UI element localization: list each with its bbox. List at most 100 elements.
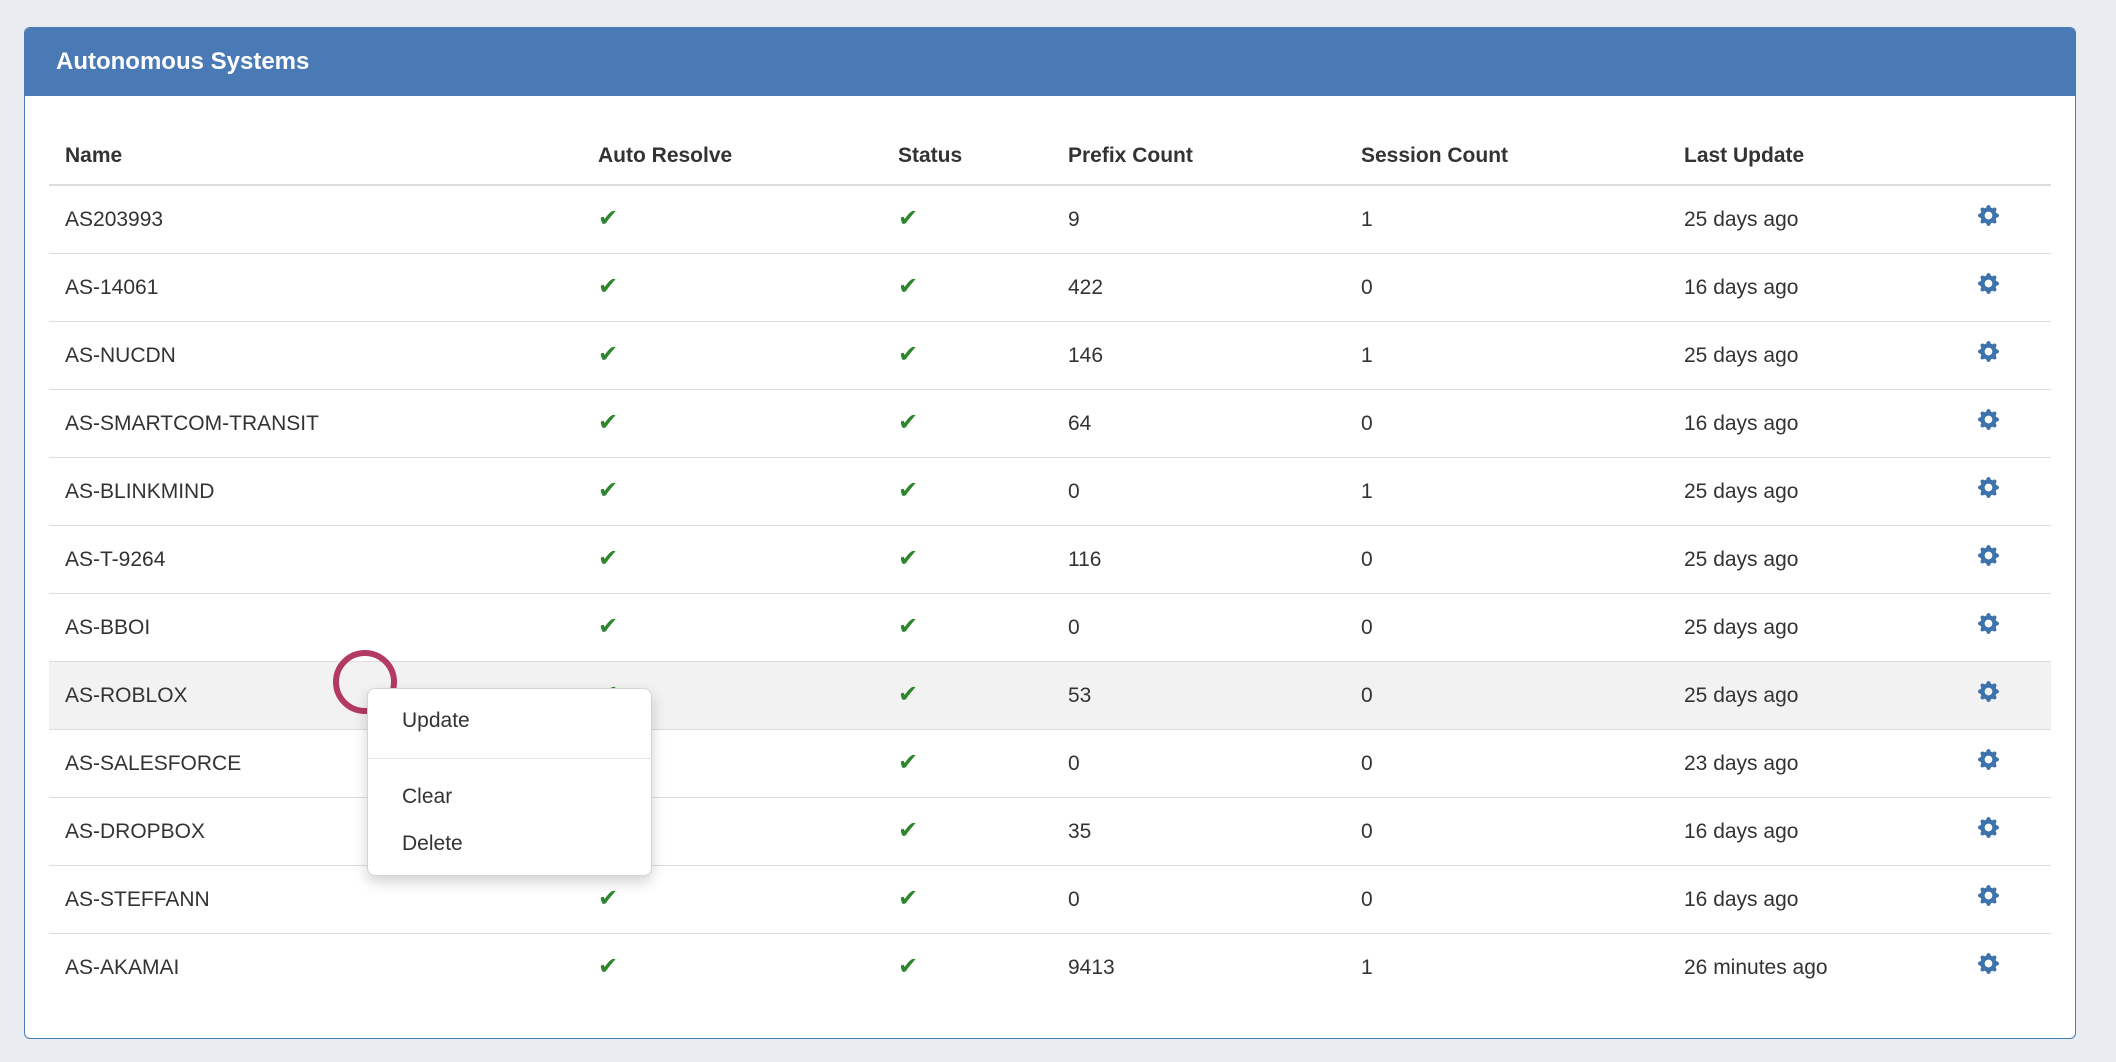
row-actions-cell bbox=[1925, 458, 2051, 526]
context-menu: Update ClearDelete bbox=[367, 688, 652, 876]
last-update-cell: 16 days ago bbox=[1668, 866, 1925, 934]
row-actions-gear-button[interactable] bbox=[1978, 477, 1999, 498]
gear-icon bbox=[1978, 477, 1999, 498]
as-name-cell: AS-14061 bbox=[49, 254, 582, 322]
row-actions-gear-button[interactable] bbox=[1978, 885, 1999, 906]
prefix-count-cell: 9 bbox=[1052, 185, 1345, 254]
auto-resolve-cell: ✔ bbox=[582, 254, 882, 322]
check-icon: ✔ bbox=[898, 409, 918, 436]
row-actions-cell bbox=[1925, 934, 2051, 1002]
auto-resolve-cell: ✔ bbox=[582, 185, 882, 254]
gear-icon bbox=[1978, 681, 1999, 702]
row-actions-cell bbox=[1925, 390, 2051, 458]
check-icon: ✔ bbox=[598, 953, 618, 980]
status-cell: ✔ bbox=[882, 526, 1052, 594]
gear-icon bbox=[1978, 205, 1999, 226]
session-count-cell: 1 bbox=[1345, 458, 1668, 526]
last-update-cell: 23 days ago bbox=[1668, 730, 1925, 798]
status-cell: ✔ bbox=[882, 662, 1052, 730]
check-icon: ✔ bbox=[898, 341, 918, 368]
context-menu-divider bbox=[368, 758, 651, 759]
session-count-cell: 1 bbox=[1345, 322, 1668, 390]
check-icon: ✔ bbox=[598, 613, 618, 640]
status-cell: ✔ bbox=[882, 185, 1052, 254]
check-icon: ✔ bbox=[598, 885, 618, 912]
column-header-auto-resolve: Auto Resolve bbox=[582, 120, 882, 185]
row-actions-cell bbox=[1925, 866, 2051, 934]
session-count-cell: 0 bbox=[1345, 594, 1668, 662]
table-row-as-bboi[interactable]: AS-BBOI✔✔0025 days ago bbox=[49, 594, 2051, 662]
session-count-cell: 0 bbox=[1345, 866, 1668, 934]
row-actions-gear-button[interactable] bbox=[1978, 341, 1999, 362]
context-menu-item-clear[interactable]: Clear bbox=[368, 773, 651, 820]
auto-resolve-cell: ✔ bbox=[582, 322, 882, 390]
auto-resolve-cell: ✔ bbox=[582, 594, 882, 662]
row-actions-gear-button[interactable] bbox=[1978, 749, 1999, 770]
check-icon: ✔ bbox=[898, 749, 918, 776]
table-row-as-14061[interactable]: AS-14061✔✔422016 days ago bbox=[49, 254, 2051, 322]
check-icon: ✔ bbox=[898, 477, 918, 504]
row-actions-gear-button[interactable] bbox=[1978, 545, 1999, 566]
row-actions-gear-button[interactable] bbox=[1978, 409, 1999, 430]
row-actions-cell bbox=[1925, 322, 2051, 390]
gear-icon bbox=[1978, 545, 1999, 566]
last-update-cell: 25 days ago bbox=[1668, 526, 1925, 594]
row-actions-cell bbox=[1925, 254, 2051, 322]
autonomous-systems-table: NameAuto ResolveStatusPrefix CountSessio… bbox=[49, 120, 2051, 1001]
table-row-as-roblox[interactable]: AS-ROBLOX✔✔53025 days ago bbox=[49, 662, 2051, 730]
prefix-count-cell: 0 bbox=[1052, 458, 1345, 526]
context-menu-item-delete[interactable]: Delete bbox=[368, 820, 651, 867]
column-header-prefix-count: Prefix Count bbox=[1052, 120, 1345, 185]
gear-icon bbox=[1978, 341, 1999, 362]
row-actions-gear-button[interactable] bbox=[1978, 953, 1999, 974]
as-name-cell: AS203993 bbox=[49, 185, 582, 254]
last-update-cell: 25 days ago bbox=[1668, 594, 1925, 662]
row-actions-gear-button[interactable] bbox=[1978, 613, 1999, 634]
table-header-row: NameAuto ResolveStatusPrefix CountSessio… bbox=[49, 120, 2051, 185]
check-icon: ✔ bbox=[598, 273, 618, 300]
table-row-as-salesforce[interactable]: AS-SALESFORCE✔✔0023 days ago bbox=[49, 730, 2051, 798]
last-update-cell: 16 days ago bbox=[1668, 798, 1925, 866]
table-row-as-t-9264[interactable]: AS-T-9264✔✔116025 days ago bbox=[49, 526, 2051, 594]
row-actions-cell bbox=[1925, 594, 2051, 662]
check-icon: ✔ bbox=[898, 681, 918, 708]
row-actions-gear-button[interactable] bbox=[1978, 273, 1999, 294]
table-row-as-smartcom-transit[interactable]: AS-SMARTCOM-TRANSIT✔✔64016 days ago bbox=[49, 390, 2051, 458]
table-row-as-steffann[interactable]: AS-STEFFANN✔✔0016 days ago bbox=[49, 866, 2051, 934]
auto-resolve-cell: ✔ bbox=[582, 526, 882, 594]
status-cell: ✔ bbox=[882, 934, 1052, 1002]
prefix-count-cell: 422 bbox=[1052, 254, 1345, 322]
row-actions-cell bbox=[1925, 185, 2051, 254]
table-row-as-dropbox[interactable]: AS-DROPBOX✔✔35016 days ago bbox=[49, 798, 2051, 866]
last-update-cell: 16 days ago bbox=[1668, 390, 1925, 458]
gear-icon bbox=[1978, 613, 1999, 634]
status-cell: ✔ bbox=[882, 254, 1052, 322]
prefix-count-cell: 0 bbox=[1052, 594, 1345, 662]
check-icon: ✔ bbox=[898, 273, 918, 300]
row-actions-gear-button[interactable] bbox=[1978, 817, 1999, 838]
session-count-cell: 0 bbox=[1345, 662, 1668, 730]
status-cell: ✔ bbox=[882, 594, 1052, 662]
status-cell: ✔ bbox=[882, 322, 1052, 390]
auto-resolve-cell: ✔ bbox=[582, 458, 882, 526]
row-actions-gear-button[interactable] bbox=[1978, 205, 1999, 226]
as-name-cell: AS-BLINKMIND bbox=[49, 458, 582, 526]
table-row-as203993[interactable]: AS203993✔✔9125 days ago bbox=[49, 185, 2051, 254]
auto-resolve-cell: ✔ bbox=[582, 934, 882, 1002]
as-name-cell: AS-NUCDN bbox=[49, 322, 582, 390]
check-icon: ✔ bbox=[598, 341, 618, 368]
context-menu-item-update[interactable]: Update bbox=[368, 697, 651, 744]
row-actions-gear-button[interactable] bbox=[1978, 681, 1999, 702]
last-update-cell: 25 days ago bbox=[1668, 185, 1925, 254]
table-row-as-nucdn[interactable]: AS-NUCDN✔✔146125 days ago bbox=[49, 322, 2051, 390]
column-header-status: Status bbox=[882, 120, 1052, 185]
row-actions-cell bbox=[1925, 798, 2051, 866]
session-count-cell: 0 bbox=[1345, 390, 1668, 458]
gear-icon bbox=[1978, 273, 1999, 294]
last-update-cell: 25 days ago bbox=[1668, 322, 1925, 390]
prefix-count-cell: 116 bbox=[1052, 526, 1345, 594]
gear-icon bbox=[1978, 817, 1999, 838]
table-row-as-akamai[interactable]: AS-AKAMAI✔✔9413126 minutes ago bbox=[49, 934, 2051, 1002]
session-count-cell: 1 bbox=[1345, 934, 1668, 1002]
table-row-as-blinkmind[interactable]: AS-BLINKMIND✔✔0125 days ago bbox=[49, 458, 2051, 526]
